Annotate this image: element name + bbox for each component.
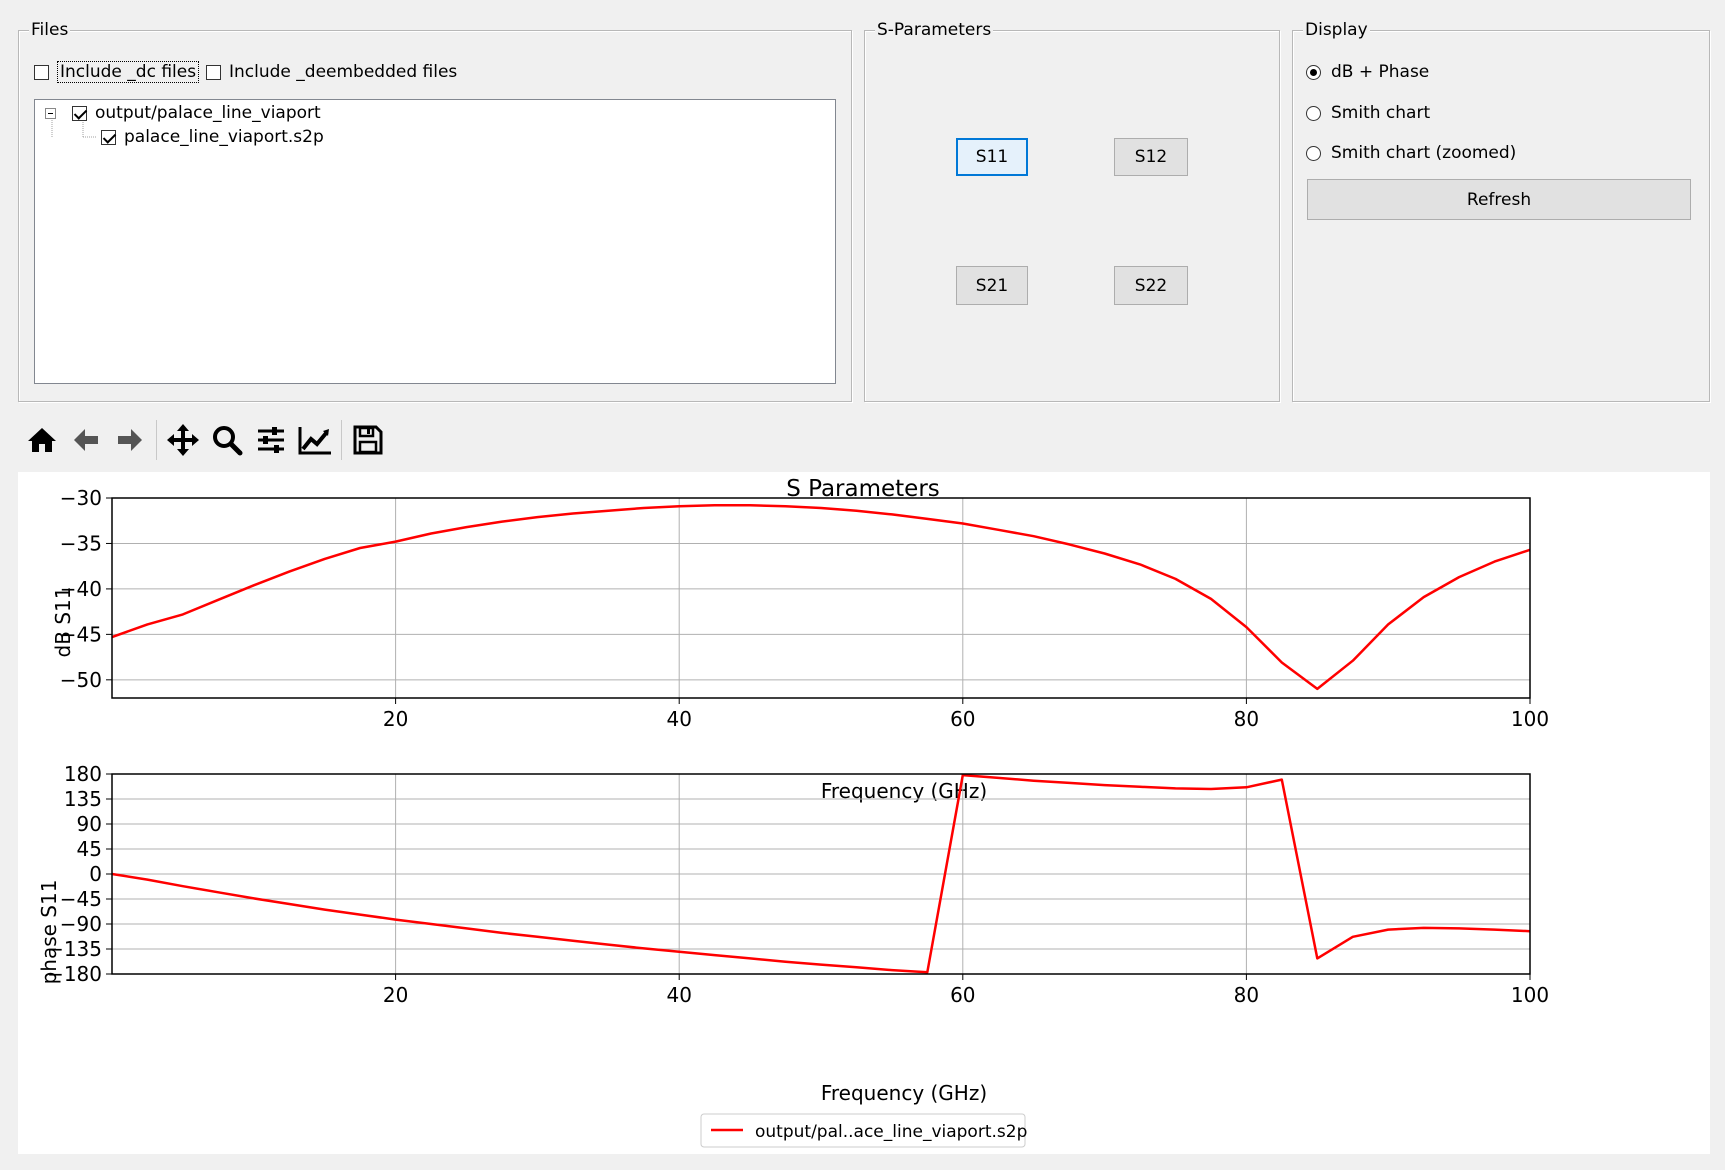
file-tree[interactable]: output/palace_line_viaport palace_line_v… [34,99,836,384]
x-tick-label: 100 [1511,707,1549,731]
y-tick-label: −90 [60,912,102,936]
back-arrow-icon[interactable] [64,418,108,462]
sparams-group-title: S-Parameters [875,19,994,41]
x-tick-label: 40 [666,983,691,1007]
y-tick-label: −35 [60,531,102,555]
include-dc-label: Include _dc files [57,61,200,83]
y-tick-label: 180 [64,762,102,786]
db-ylabel: dB S11 [51,587,75,658]
db-axes[interactable]: 20 40 60 80 100−30−35−40−45−50 [60,486,1549,731]
files-group-title: Files [29,19,71,41]
forward-arrow-icon[interactable] [108,418,152,462]
x-tick-label: 60 [950,707,975,731]
y-tick-label: −45 [60,887,102,911]
x-tick-label: 60 [950,983,975,1007]
y-tick-label: 45 [77,837,102,861]
tree-folder-row[interactable]: output/palace_line_viaport [45,103,321,123]
y-tick-label: 135 [64,787,102,811]
tree-folder-checkbox[interactable] [72,105,87,121]
collapse-icon[interactable] [45,107,56,119]
x-tick-label: 20 [383,707,408,731]
tree-file-checkbox[interactable] [101,129,116,145]
refresh-button[interactable]: Refresh [1307,179,1691,220]
phase-xlabel: Frequency (GHz) [821,1081,987,1105]
include-deembedded-checkbox[interactable]: Include _deembedded files [206,62,457,82]
home-icon[interactable] [20,418,64,462]
s21-button[interactable]: S21 [956,266,1028,305]
y-tick-label: −50 [60,668,102,692]
radio-smith-zoomed[interactable]: Smith chart (zoomed) [1306,143,1516,163]
s-parameter-figure[interactable]: S Parameters 20 40 60 80 100−30−35−40−45−50 … [18,472,1710,1154]
sparams-group: S-Parameters [864,19,1280,402]
y-tick-label: 90 [77,812,102,836]
edit-axis-icon[interactable] [293,418,337,462]
radio-smith-chart-dot[interactable] [1306,105,1321,121]
radio-smith-zoomed-label: Smith chart (zoomed) [1331,143,1517,163]
x-tick-label: 80 [1234,983,1259,1007]
radio-db-phase-dot[interactable] [1306,64,1321,80]
series-line [111,504,1531,691]
s12-button[interactable]: S12 [1114,138,1188,176]
radio-db-phase-label: dB + Phase [1331,62,1430,82]
y-tick-label: 0 [89,862,102,886]
plot-canvas[interactable]: S Parameters 20 40 60 80 100 −30 −35 −40 −45 −50 … [18,472,1710,1154]
x-tick-label: 40 [666,707,691,731]
tree-folder-label: output/palace_line_viaport [95,103,321,123]
include-dc-checkbox[interactable]: Include _dc files [34,61,200,83]
toolbar-separator-2 [341,420,342,460]
radio-db-phase[interactable]: dB + Phase [1306,62,1429,82]
phase-axes[interactable]: 20 40 60 80 10018013590450−45−90−135−180 [47,762,1549,1007]
legend: output/pal..ace_line_viaport.s2p [700,1113,1027,1148]
x-tick-label: 80 [1234,707,1259,731]
include-deembedded-label: Include _deembedded files [229,62,458,82]
axes-frame [111,497,1531,699]
save-icon[interactable] [346,418,390,462]
radio-smith-chart[interactable]: Smith chart [1306,103,1430,123]
x-tick-label: 20 [383,983,408,1007]
legend-label: output/pal..ace_line_viaport.s2p [755,1122,1027,1142]
x-tick-label: 100 [1511,983,1549,1007]
display-group-title: Display [1303,19,1370,41]
toolbar-separator [156,420,157,460]
tree-file-row[interactable]: palace_line_viaport.s2p [101,127,324,147]
phase-ylabel: phase S11 [37,880,61,985]
radio-smith-chart-label: Smith chart [1331,103,1431,123]
radio-smith-zoomed-dot[interactable] [1306,145,1321,161]
s11-button[interactable]: S11 [956,138,1028,176]
plot-toolbar [20,415,390,465]
pan-icon[interactable] [161,418,205,462]
configure-subplots-icon[interactable] [249,418,293,462]
y-tick-label: −30 [60,486,102,510]
include-dc-checkbox-box[interactable] [34,64,49,80]
zoom-icon[interactable] [205,418,249,462]
include-deembedded-checkbox-box[interactable] [206,64,221,80]
s22-button[interactable]: S22 [1114,266,1188,305]
tree-file-label: palace_line_viaport.s2p [124,127,324,147]
